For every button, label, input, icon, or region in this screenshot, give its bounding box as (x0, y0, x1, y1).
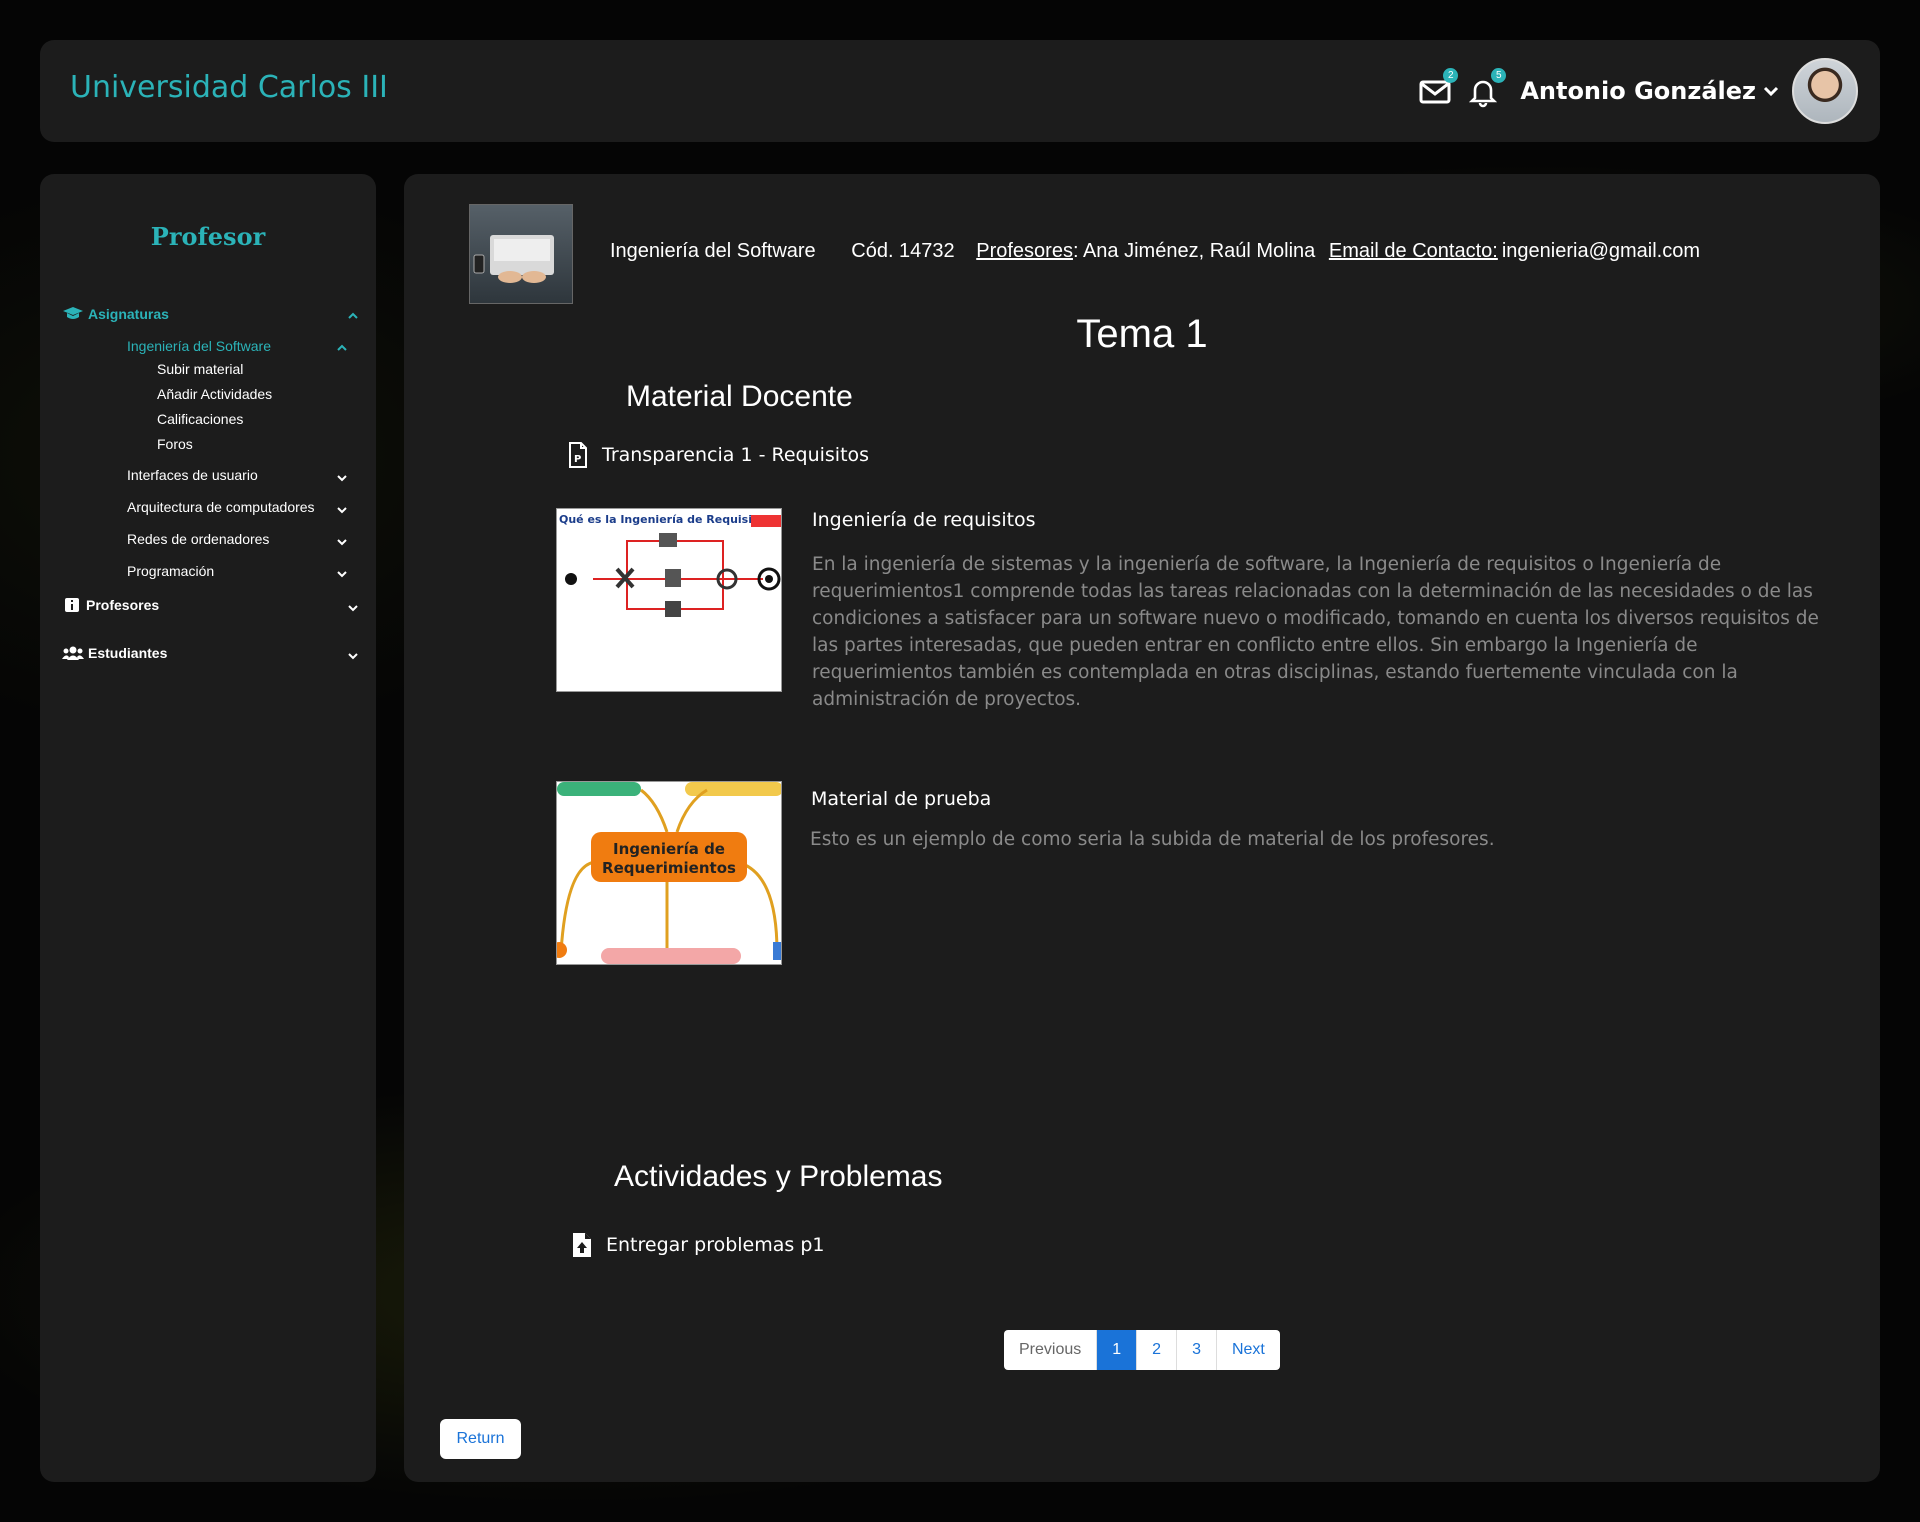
pagination: Previous 1 2 3 Next (1004, 1330, 1280, 1370)
sidebar-item-label: Calificaciones (157, 411, 244, 427)
teachers-label[interactable]: Profesores (976, 240, 1073, 262)
activity-link-entregar[interactable]: Entregar problemas p1 (572, 1232, 824, 1258)
bell-icon[interactable]: 5 (1466, 68, 1507, 108)
chevron-down-icon[interactable] (347, 650, 359, 662)
pagination-page-1[interactable]: 1 (1096, 1330, 1137, 1370)
sidebar-item-subir-material[interactable]: Subir material (157, 361, 243, 377)
material-image-requisitos[interactable]: Qué es la Ingeniería de Requisitos? (556, 508, 782, 692)
sidebar-item-calificaciones[interactable]: Calificaciones (157, 411, 243, 427)
top-bar: Universidad Carlos III 2 5 Antonio Gonzá… (40, 40, 1880, 142)
material-image-prueba[interactable]: Ingeniería de Requerimientos (556, 781, 782, 965)
activities-heading: Actividades y Problemas (614, 1160, 943, 1193)
material-title[interactable]: Ingeniería de requisitos (812, 509, 1036, 531)
file-label: Transparencia 1 - Requisitos (602, 444, 870, 466)
sidebar-item-foros[interactable]: Foros (157, 436, 193, 452)
sidebar-item-label: Programación (127, 563, 215, 579)
course-thumbnail (469, 204, 573, 304)
users-icon (62, 646, 84, 660)
main-panel: Ingeniería del Software Cód. 14732 Profe… (404, 174, 1880, 1482)
mail-icon[interactable]: 2 (1418, 68, 1459, 108)
sidebar-item-estudiantes[interactable]: Estudiantes (62, 645, 167, 661)
id-card-icon (65, 598, 79, 612)
sidebar-item-redes[interactable]: Redes de ordenadores (127, 531, 269, 547)
material-description: Esto es un ejemplo de como seria la subi… (810, 829, 1495, 850)
sidebar-item-interfaces[interactable]: Interfaces de usuario (127, 467, 258, 483)
svg-text:Ingeniería de: Ingeniería de (613, 840, 725, 858)
contact-label[interactable]: Email de Contacto: (1329, 240, 1498, 262)
chevron-down-icon[interactable] (336, 536, 348, 548)
sidebar-title: Profesor (150, 222, 266, 251)
chevron-down-icon[interactable] (347, 602, 359, 614)
chevron-down-icon[interactable] (336, 568, 348, 580)
chevron-down-icon[interactable] (1762, 82, 1780, 100)
sidebar-item-ingenieria-software[interactable]: Ingeniería del Software (127, 338, 271, 354)
sidebar-item-label: Interfaces de usuario (127, 467, 258, 483)
sidebar-item-arquitectura[interactable]: Arquitectura de computadores (127, 499, 315, 515)
sidebar-item-label: Asignaturas (88, 306, 169, 322)
user-name[interactable]: Antonio González (1520, 77, 1756, 105)
svg-text:Requerimientos: Requerimientos (602, 859, 736, 877)
pagination-page-3[interactable]: 3 (1176, 1330, 1216, 1370)
sidebar-item-label: Subir material (157, 361, 244, 377)
sidebar-item-label: Redes de ordenadores (127, 531, 270, 547)
sidebar-item-asignaturas[interactable]: Asignaturas (62, 306, 169, 322)
sidebar-item-label: Profesores (86, 597, 160, 613)
chevron-up-icon[interactable] (336, 342, 348, 354)
file-powerpoint-icon: P (569, 442, 587, 468)
sidebar-item-label: Ingeniería del Software (127, 338, 271, 354)
teachers-names: : Ana Jiménez, Raúl Molina (1072, 240, 1316, 262)
course-info: Ingeniería del Software Cód. 14732 Profe… (610, 240, 1708, 263)
material-description: En la ingeniería de sistemas y la ingeni… (812, 554, 1819, 710)
chevron-down-icon[interactable] (336, 472, 348, 484)
mail-badge: 2 (1443, 68, 1459, 83)
sidebar-item-programacion[interactable]: Programación (127, 563, 214, 579)
course-code: Cód. 14732 (851, 240, 955, 262)
activity-label: Entregar problemas p1 (606, 1234, 825, 1256)
avatar[interactable] (1792, 58, 1858, 124)
chevron-up-icon[interactable] (347, 310, 359, 322)
sidebar-item-label: Foros (157, 436, 193, 452)
sidebar-item-label: Arquitectura de computadores (127, 499, 315, 515)
chevron-down-icon[interactable] (336, 504, 348, 516)
course-name: Ingeniería del Software (610, 240, 816, 262)
file-link-transparencia[interactable]: P Transparencia 1 - Requisitos (568, 442, 869, 468)
return-button[interactable]: Return (440, 1419, 521, 1459)
graduation-cap-icon (63, 307, 83, 319)
sidebar-item-profesores[interactable]: Profesores (64, 597, 159, 613)
file-upload-icon (573, 1233, 591, 1257)
pagination-previous[interactable]: Previous (1004, 1330, 1096, 1370)
brand-title[interactable]: Universidad Carlos III (70, 70, 388, 105)
material-title[interactable]: Material de prueba (811, 788, 991, 810)
sidebar: Profesor Asignaturas Ingeniería del Soft… (40, 174, 376, 1482)
svg-text:P: P (574, 454, 581, 465)
sidebar-item-label: Añadir Actividades (157, 386, 273, 402)
user-area: 2 5 Antonio González (1418, 58, 1858, 124)
image-title: Qué es la Ingeniería de Requisitos? (559, 513, 778, 526)
sidebar-item-anadir-actividades[interactable]: Añadir Actividades (157, 386, 272, 402)
topic-title: Tema 1 (1076, 312, 1208, 356)
material-heading: Material Docente (626, 380, 853, 413)
contact-email[interactable]: ingenieria@gmail.com (1502, 240, 1700, 262)
pagination-next[interactable]: Next (1215, 1330, 1280, 1370)
pagination-page-2[interactable]: 2 (1136, 1330, 1176, 1370)
sidebar-item-label: Estudiantes (88, 645, 168, 661)
notification-badge: 5 (1491, 68, 1507, 83)
